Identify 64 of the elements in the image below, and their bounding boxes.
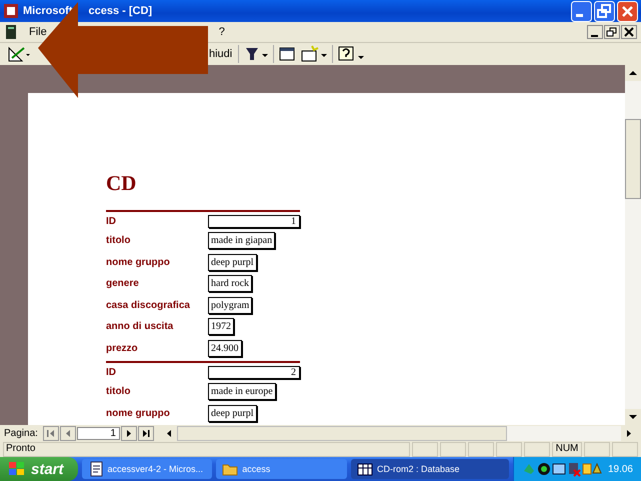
page-number-field[interactable]: 1 <box>76 426 120 440</box>
close-button[interactable] <box>621 25 637 39</box>
status-panel <box>412 442 438 456</box>
window-title: ccess - [CD] <box>88 5 152 17</box>
field-label: nome gruppo <box>106 408 171 419</box>
previous-page-icon[interactable] <box>60 426 76 440</box>
field-label: prezzo <box>106 342 139 354</box>
field-value: 1 <box>208 214 300 228</box>
last-page-icon[interactable] <box>138 426 154 440</box>
document-icon <box>88 461 104 477</box>
status-text: Pronto <box>3 442 410 456</box>
scroll-thumb[interactable] <box>176 426 507 440</box>
scroll-thumb[interactable] <box>625 119 641 199</box>
status-panel <box>440 442 466 456</box>
field-label: ID <box>106 216 117 226</box>
status-panel <box>468 442 494 456</box>
field-label: ID <box>106 366 117 378</box>
new-object-icon[interactable] <box>300 45 328 63</box>
first-page-icon[interactable] <box>42 426 59 440</box>
page-label: Pagina: <box>4 428 38 438</box>
field-label: titolo <box>106 386 132 398</box>
field-value: 2 <box>208 366 300 378</box>
field-value: hard rock <box>208 275 252 292</box>
field-value: made in giapan <box>208 232 276 250</box>
menu-item[interactable]: File <box>26 25 50 39</box>
scroll-left-icon[interactable] <box>160 426 177 440</box>
taskbar-button[interactable]: CD-rom2 : Database <box>350 459 509 479</box>
taskbar-button[interactable]: accessver4-2 - Micros... <box>82 459 212 479</box>
field-value: 24.900 <box>208 340 242 357</box>
start-label: start <box>31 460 64 478</box>
status-panel <box>496 442 522 456</box>
help-icon[interactable] <box>332 45 366 63</box>
report-title: CD <box>106 171 138 196</box>
status-panel <box>524 442 550 456</box>
close-button[interactable]: hiudi <box>209 46 234 62</box>
design-ruler-icon[interactable] <box>6 45 30 63</box>
minimize-button[interactable] <box>587 25 603 39</box>
status-panel <box>584 442 610 456</box>
database-icon <box>4 24 18 40</box>
clock: 19.06 <box>608 464 633 474</box>
scroll-down-icon[interactable] <box>625 409 641 425</box>
field-value: made in europe <box>208 383 276 400</box>
start-button[interactable]: start <box>0 457 78 481</box>
field-label: genere <box>106 278 140 290</box>
taskbar-button[interactable]: access <box>216 459 347 479</box>
field-value: polygram <box>208 296 252 314</box>
status-indicator: NUM <box>552 442 582 456</box>
restore-button[interactable] <box>604 25 620 39</box>
status-panel <box>612 442 638 456</box>
next-page-icon[interactable] <box>120 426 137 440</box>
field-value: deep purpl <box>208 404 256 422</box>
table-icon <box>356 461 373 477</box>
menu-item[interactable]: ? <box>216 25 228 39</box>
field-label: titolo <box>106 235 132 246</box>
field-label: anno di uscita <box>106 321 174 332</box>
tray-icons-drawing[interactable] <box>522 461 602 477</box>
field-value: deep purpl <box>208 254 256 271</box>
database-window-icon[interactable] <box>273 45 296 63</box>
field-label: casa discografica <box>106 300 191 311</box>
windows-logo-icon <box>8 461 26 477</box>
app-icon <box>3 3 19 19</box>
field-label: nome gruppo <box>106 256 171 268</box>
scroll-up-icon[interactable] <box>625 65 641 81</box>
field-value: 1972 <box>208 318 234 336</box>
